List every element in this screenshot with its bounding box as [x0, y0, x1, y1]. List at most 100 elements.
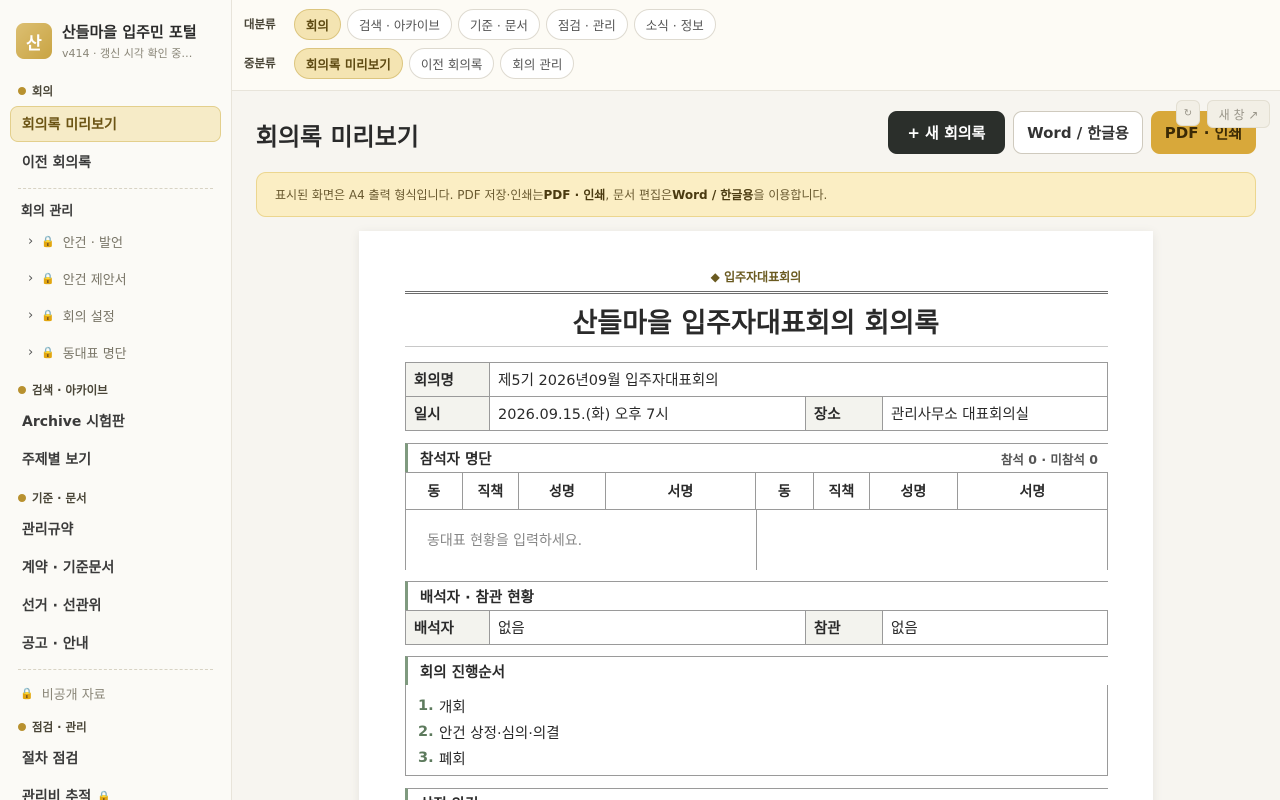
new-window-button[interactable]: 새 창 ↗ [1207, 100, 1270, 128]
list-item: 2. 안건 상정·심의·의결 [418, 724, 560, 742]
col-position: 직책 [813, 472, 870, 510]
meeting-name-label: 회의명 [405, 362, 490, 397]
sidebar-item-bylaws[interactable]: 관리규약 [10, 511, 221, 547]
lock-icon: 🔒 [20, 686, 34, 700]
table-row: 회의명 제5기 2026년09월 입주자대표회의 [405, 362, 1108, 397]
lock-icon: 🔒 [41, 272, 55, 285]
chip-meeting[interactable]: 회의 [294, 8, 342, 40]
col-dong: 동 [405, 472, 463, 510]
chip-news[interactable]: 소식 · 정보 [633, 8, 716, 40]
doc-rule-thin [405, 346, 1108, 347]
sidebar-item-topic-view[interactable]: 주제별 보기 [10, 441, 221, 477]
table-row: 배석자 없음 참관 없음 [405, 610, 1108, 645]
sidebar-item-private-docs[interactable]: 🔒 비공개 자료 [0, 676, 231, 710]
portal-version: v414 · 갱신 시각 확인 중… [62, 47, 193, 60]
col-dong: 동 [755, 472, 814, 510]
word-export-button[interactable]: Word / 한글용 [1013, 111, 1143, 154]
col-position: 직책 [462, 472, 519, 510]
agenda-section-title: 회의 진행순서 [405, 656, 1108, 685]
visitor-label: 참관 [805, 610, 883, 645]
list-item: 3. 폐회 [418, 750, 466, 768]
brand: 산 산들마을 입주민 포털 v414 · 갱신 시각 확인 중… [0, 0, 231, 66]
chip-meeting-manage[interactable]: 회의 관리 [500, 47, 575, 79]
col-signature: 서명 [605, 472, 756, 510]
observer-value: 없음 [489, 610, 806, 645]
doc-rule [405, 291, 1108, 295]
section-search-archive: 검색 · 아카이브 [0, 379, 231, 401]
section-inspect: 점검 · 관리 [0, 716, 231, 738]
sidebar-item-rep-roster[interactable]: › 🔒 동대표 명단 [0, 334, 231, 371]
meeting-date-value: 2026.09.15.(화) 오후 7시 [489, 396, 806, 431]
sidebar-group-meeting-manage[interactable]: 회의 관리 [0, 195, 231, 223]
sidebar-item-procedure-check[interactable]: 절차 점검 [10, 740, 221, 776]
sidebar-item-meeting-settings[interactable]: › 🔒 회의 설정 [0, 297, 231, 334]
column-divider [756, 510, 757, 570]
meeting-name-value: 제5기 2026년09월 입주자대표회의 [489, 362, 1108, 397]
lock-icon: 🔒 [97, 789, 111, 800]
attendees-body: 동대표 현황을 입력하세요. [405, 510, 1108, 570]
sidebar-item-minutes-preview[interactable]: 회의록 미리보기 [10, 106, 221, 142]
chevron-right-icon: › [28, 234, 34, 249]
category-filter-bar: 대분류 회의 검색 · 아카이브 기준 · 문서 점검 · 관리 소식 · 정보… [232, 0, 1280, 91]
lock-icon: 🔒 [41, 309, 55, 322]
observer-label: 배석자 [405, 610, 490, 645]
section-docs: 기준 · 문서 [0, 487, 231, 509]
portal-logo: 산 [16, 23, 52, 59]
chevron-right-icon: › [28, 345, 34, 360]
doc-kicker: ◆ 입주자대표회의 [710, 270, 802, 284]
major-category-label: 대분류 [244, 17, 276, 31]
major-category-row: 대분류 회의 검색 · 아카이브 기준 · 문서 점검 · 관리 소식 · 정보 [244, 8, 722, 40]
minor-category-row: 중분류 회의록 미리보기 이전 회의록 회의 관리 [244, 47, 580, 79]
minutes-document: ◆ 입주자대표회의 산들마을 입주자대표회의 회의록 회의명 제5기 2026년… [359, 231, 1153, 800]
attendees-section-title: 참석자 명단 참석 0 · 미참석 0 [405, 443, 1108, 472]
col-signature: 서명 [957, 472, 1108, 510]
chip-previous-minutes[interactable]: 이전 회의록 [408, 47, 495, 79]
sidebar-item-election[interactable]: 선거 · 선관위 [10, 587, 221, 623]
refresh-icon[interactable]: ↻ [1176, 100, 1200, 126]
meeting-date-label: 일시 [405, 396, 490, 431]
chevron-right-icon: › [28, 271, 34, 286]
portal-title: 산들마을 입주민 포털 [62, 23, 197, 41]
attendance-count: 참석 0 · 미참석 0 [1000, 451, 1098, 467]
sidebar-item-previous-minutes[interactable]: 이전 회의록 [10, 144, 221, 180]
format-notice: 표시된 화면은 A4 출력 형식입니다. PDF 저장·인쇄는 PDF · 인쇄… [256, 172, 1256, 217]
sidebar-item-notices[interactable]: 공고 · 안내 [10, 625, 221, 661]
doc-title: 산들마을 입주자대표회의 회의록 [572, 308, 940, 339]
agenda-list: 1. 개회 2. 안건 상정·심의·의결 3. 폐회 [405, 685, 1108, 776]
chip-minutes-preview[interactable]: 회의록 미리보기 [294, 47, 403, 79]
main-content: 회의록 미리보기 + 새 회의록 Word / 한글용 PDF · 인쇄 ↻ 새… [232, 91, 1280, 800]
meeting-place-label: 장소 [805, 396, 883, 431]
dot-icon [18, 723, 26, 731]
new-minutes-button[interactable]: + 새 회의록 [888, 111, 1005, 154]
proposed-agenda-section-title: 상정 안건 [405, 788, 1108, 800]
lock-icon: 🔒 [41, 346, 55, 359]
dot-icon [18, 87, 26, 95]
lock-icon: 🔒 [41, 235, 55, 248]
col-name: 성명 [869, 472, 958, 510]
sidebar-item-agenda-proposal[interactable]: › 🔒 안건 제안서 [0, 260, 231, 297]
section-meeting: 회의 [0, 80, 231, 102]
col-name: 성명 [518, 472, 606, 510]
sidebar-item-fee-tracking[interactable]: 관리비 추적 🔒 [10, 778, 221, 800]
sidebar: 산 산들마을 입주민 포털 v414 · 갱신 시각 확인 중… 회의 회의록 … [0, 0, 232, 800]
observers-table: 배석자 없음 참관 없음 [405, 610, 1108, 645]
chevron-right-icon: › [28, 308, 34, 323]
chip-docs[interactable]: 기준 · 문서 [457, 8, 540, 40]
table-header-row: 동 직책 성명 서명 동 직책 성명 서명 [405, 472, 1108, 510]
dot-icon [18, 386, 26, 394]
minor-category-label: 중분류 [244, 56, 276, 70]
table-row: 일시 2026.09.15.(화) 오후 7시 장소 관리사무소 대표회의실 [405, 396, 1108, 431]
sidebar-item-agenda-remarks[interactable]: › 🔒 안건 · 발언 [0, 223, 231, 260]
dot-icon [18, 494, 26, 502]
chip-search-archive[interactable]: 검색 · 아카이브 [347, 8, 452, 40]
sidebar-item-contracts[interactable]: 계약 · 기준문서 [10, 549, 221, 585]
sidebar-item-archive-beta[interactable]: Archive 시험판 [10, 403, 221, 439]
meeting-info-table: 회의명 제5기 2026년09월 입주자대표회의 일시 2026.09.15.(… [405, 362, 1108, 431]
chip-inspect[interactable]: 점검 · 관리 [545, 8, 628, 40]
meeting-place-value: 관리사무소 대표회의실 [882, 396, 1108, 431]
attendees-table: 동 직책 성명 서명 동 직책 성명 서명 [405, 472, 1108, 510]
visitor-value: 없음 [882, 610, 1108, 645]
list-item: 1. 개회 [418, 698, 466, 716]
attendees-empty-message: 동대표 현황을 입력하세요. [427, 533, 583, 549]
observers-section-title: 배석자 · 참관 현황 [405, 581, 1108, 610]
